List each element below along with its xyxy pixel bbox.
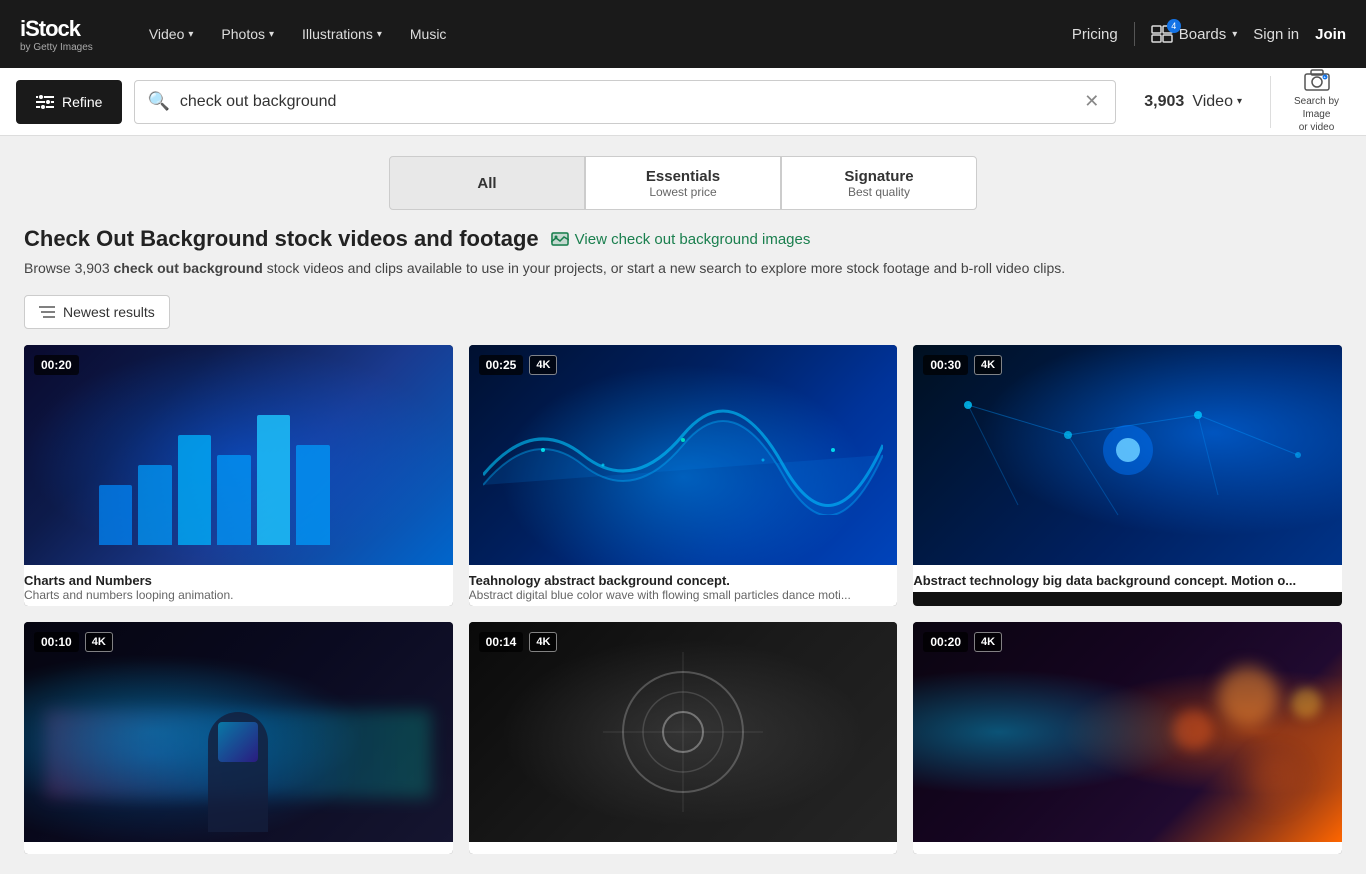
video-thumbnail: 00:14 4K bbox=[469, 622, 898, 842]
main-content: Check Out Background stock videos and fo… bbox=[0, 226, 1366, 874]
nav-illustrations[interactable]: Illustrations ▾ bbox=[290, 18, 394, 50]
results-count-area: 3,903 Video ▾ bbox=[1128, 93, 1258, 111]
video-card[interactable]: 00:25 4K bbox=[469, 345, 898, 606]
video-title: Abstract technology big data background … bbox=[913, 573, 1342, 588]
results-count: 3,903 bbox=[1144, 93, 1184, 111]
view-images-link[interactable]: View check out background images bbox=[551, 231, 811, 248]
top-navigation: iStock by Getty Images Video ▾ Photos ▾ … bbox=[0, 0, 1366, 68]
chevron-down-icon: ▾ bbox=[188, 29, 193, 40]
video-title: Teahnology abstract background concept. bbox=[469, 573, 898, 588]
network-svg bbox=[918, 355, 1338, 555]
newest-results-label: Newest results bbox=[63, 304, 155, 320]
video-subtitle: Abstract digital blue color wave with fl… bbox=[469, 588, 898, 602]
image-link-icon bbox=[551, 232, 569, 246]
video-info: Charts and Numbers Charts and numbers lo… bbox=[24, 565, 453, 606]
search-by-image-label: Search by Imageor video bbox=[1283, 95, 1350, 134]
video-info bbox=[24, 842, 453, 854]
video-thumbnail: 00:20 bbox=[24, 345, 453, 565]
video-info: Abstract technology big data background … bbox=[913, 565, 1342, 592]
pricing-link[interactable]: Pricing bbox=[1072, 26, 1118, 43]
search-icon: 🔍 bbox=[147, 91, 169, 112]
video-thumbnail: 00:10 4K bbox=[24, 622, 453, 842]
search-by-image-button[interactable]: + Search by Imageor video bbox=[1270, 76, 1350, 128]
search-input[interactable] bbox=[180, 93, 1080, 111]
media-type-selector[interactable]: Video ▾ bbox=[1192, 93, 1242, 111]
search-by-image-icon-wrapper: + bbox=[1303, 69, 1331, 95]
boards-icon-container: 4 bbox=[1151, 25, 1173, 43]
refine-button[interactable]: Refine bbox=[16, 80, 122, 124]
search-input-wrapper: 🔍 ✕ bbox=[134, 80, 1116, 124]
page-title: Check Out Background stock videos and fo… bbox=[24, 226, 539, 252]
video-subtitle: Charts and numbers looping animation. bbox=[24, 588, 453, 602]
nav-video[interactable]: Video ▾ bbox=[137, 18, 206, 50]
video-thumbnail: 00:25 4K bbox=[469, 345, 898, 565]
description-pre: Browse 3,903 bbox=[24, 260, 114, 276]
nav-separator bbox=[1134, 22, 1135, 46]
chevron-down-icon: ▾ bbox=[1232, 29, 1237, 40]
logo[interactable]: iStock by Getty Images bbox=[20, 16, 93, 53]
description-post: stock videos and clips available to use … bbox=[263, 260, 1065, 276]
video-info bbox=[469, 842, 898, 854]
filter-tab-all[interactable]: All bbox=[389, 156, 585, 210]
filter-tab-signature-sublabel: Best quality bbox=[848, 185, 910, 199]
view-images-label: View check out background images bbox=[575, 231, 811, 248]
nav-links: Video ▾ Photos ▾ Illustrations ▾ Music bbox=[137, 18, 1048, 50]
nav-music[interactable]: Music bbox=[398, 18, 459, 50]
refine-label: Refine bbox=[62, 94, 102, 110]
video-thumbnail: 00:20 4K bbox=[913, 622, 1342, 842]
camera-search-icon: + bbox=[1303, 69, 1331, 91]
nav-right: Pricing 4 Boards ▾ Sign in Join bbox=[1072, 22, 1346, 46]
filter-tab-essentials-label: Essentials bbox=[646, 168, 720, 185]
logo-text: iStock bbox=[20, 16, 93, 42]
nav-photos[interactable]: Photos ▾ bbox=[209, 18, 286, 50]
video-info bbox=[913, 842, 1342, 854]
join-button[interactable]: Join bbox=[1315, 26, 1346, 43]
circle-svg bbox=[593, 642, 773, 822]
filter-tab-signature[interactable]: Signature Best quality bbox=[781, 156, 977, 210]
sort-row: Newest results bbox=[24, 295, 1342, 329]
boards-button[interactable]: 4 Boards ▾ bbox=[1151, 25, 1238, 43]
video-card[interactable]: 00:10 4K bbox=[24, 622, 453, 854]
video-title: Charts and Numbers bbox=[24, 573, 453, 588]
video-card[interactable]: 00:20 Charts and Numbers Charts an bbox=[24, 345, 453, 606]
search-bar: Refine 🔍 ✕ 3,903 Video ▾ + Search by Ima… bbox=[0, 68, 1366, 136]
refine-icon bbox=[36, 95, 54, 109]
description-keyword: check out background bbox=[114, 260, 263, 276]
boards-badge: 4 bbox=[1167, 19, 1181, 33]
filter-tab-all-label: All bbox=[477, 175, 496, 192]
media-type-label: Video bbox=[1192, 93, 1233, 111]
sort-icon bbox=[39, 305, 55, 319]
boards-label: Boards bbox=[1179, 26, 1227, 43]
clear-button[interactable]: ✕ bbox=[1080, 91, 1103, 112]
page-description: Browse 3,903 check out background stock … bbox=[24, 258, 1342, 279]
filter-tab-essentials-sublabel: Lowest price bbox=[649, 185, 716, 199]
video-card[interactable]: 00:30 4K bbox=[913, 345, 1342, 606]
video-thumbnail: 00:30 4K bbox=[913, 345, 1342, 565]
filter-tabs: All Essentials Lowest price Signature Be… bbox=[0, 136, 1366, 226]
chevron-down-icon: ▾ bbox=[377, 29, 382, 40]
video-grid: 00:20 Charts and Numbers Charts an bbox=[24, 345, 1342, 854]
newest-results-button[interactable]: Newest results bbox=[24, 295, 170, 329]
filter-tab-signature-label: Signature bbox=[844, 168, 913, 185]
video-card[interactable]: 00:20 4K bbox=[913, 622, 1342, 854]
chevron-down-icon: ▾ bbox=[269, 29, 274, 40]
chevron-down-icon: ▾ bbox=[1237, 96, 1242, 107]
sign-in-button[interactable]: Sign in bbox=[1253, 26, 1299, 43]
page-title-row: Check Out Background stock videos and fo… bbox=[24, 226, 1342, 252]
logo-subtitle: by Getty Images bbox=[20, 42, 93, 53]
video-info: Teahnology abstract background concept. … bbox=[469, 565, 898, 606]
filter-tab-essentials[interactable]: Essentials Lowest price bbox=[585, 156, 781, 210]
video-card[interactable]: 00:14 4K bbox=[469, 622, 898, 854]
wave-svg bbox=[483, 395, 883, 515]
